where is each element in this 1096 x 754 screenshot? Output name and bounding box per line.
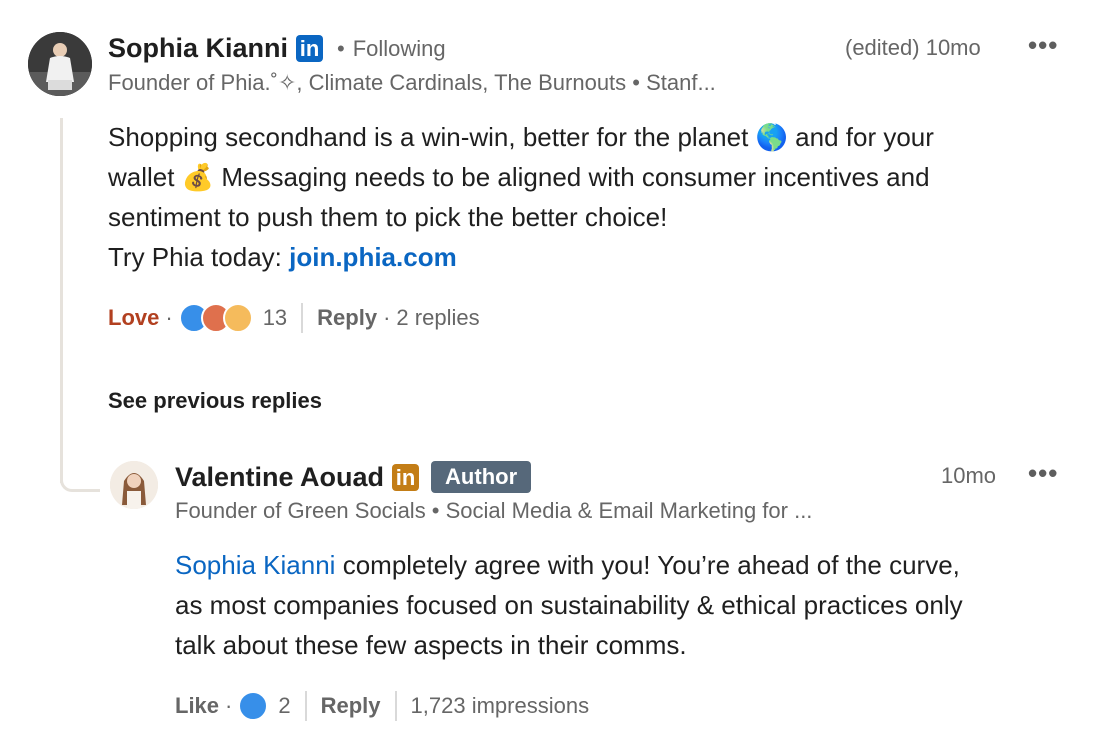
reaction-icons[interactable] bbox=[178, 303, 253, 333]
thread-connector bbox=[60, 480, 100, 492]
like-button[interactable]: Like bbox=[175, 693, 219, 719]
replies-count[interactable]: 2 replies bbox=[396, 305, 479, 331]
dot-separator: · bbox=[383, 305, 391, 330]
reaction-count[interactable]: 2 bbox=[278, 693, 290, 719]
see-previous-replies-button[interactable]: See previous replies bbox=[108, 388, 322, 414]
divider bbox=[304, 691, 307, 721]
mention-link[interactable]: Sophia Kianni bbox=[175, 550, 335, 580]
divider bbox=[394, 691, 397, 721]
author-badge: Author bbox=[431, 461, 532, 493]
avatar-sophia[interactable] bbox=[28, 32, 92, 96]
phia-link[interactable]: join.phia.com bbox=[289, 242, 457, 272]
money-bag-emoji-icon: 💰 bbox=[181, 162, 215, 192]
dot-separator: · bbox=[225, 693, 233, 718]
linkedin-icon: in bbox=[296, 35, 324, 62]
comment-body: Shopping secondhand is a win-win, better… bbox=[108, 122, 934, 272]
reply-body: Sophia Kianni completely agree with you!… bbox=[175, 550, 963, 660]
like-reaction-icon[interactable] bbox=[238, 691, 269, 721]
following-status[interactable]: Following bbox=[353, 36, 446, 62]
bullet-separator: • bbox=[337, 35, 345, 61]
globe-emoji-icon: 🌎 bbox=[755, 122, 788, 152]
reaction-count[interactable]: 13 bbox=[263, 305, 287, 331]
reply-button[interactable]: Reply bbox=[321, 693, 381, 719]
reply-author-name[interactable]: Valentine Aouad bbox=[175, 462, 384, 493]
love-reaction-button[interactable]: Love bbox=[108, 305, 159, 331]
reply-time: 10mo bbox=[941, 463, 997, 488]
comment-time: (edited) 10mo bbox=[845, 35, 981, 60]
impressions-count: 1,723 impressions bbox=[410, 693, 590, 718]
more-options-icon[interactable]: ••• bbox=[1028, 30, 1058, 61]
reply-headline: Founder of Green Socials • Social Media … bbox=[175, 498, 813, 523]
linkedin-premium-icon: in bbox=[392, 463, 420, 491]
dot-separator: · bbox=[165, 305, 173, 330]
avatar-valentine[interactable] bbox=[110, 461, 158, 509]
divider bbox=[301, 303, 304, 333]
commenter-headline: Founder of Phia.˚✧, Climate Cardinals, T… bbox=[108, 70, 716, 95]
insightful-reaction-icon bbox=[222, 303, 253, 333]
more-options-icon[interactable]: ••• bbox=[1028, 458, 1058, 489]
commenter-name[interactable]: Sophia Kianni bbox=[108, 33, 288, 64]
thread-line bbox=[60, 118, 63, 483]
reply-button[interactable]: Reply bbox=[317, 305, 377, 331]
